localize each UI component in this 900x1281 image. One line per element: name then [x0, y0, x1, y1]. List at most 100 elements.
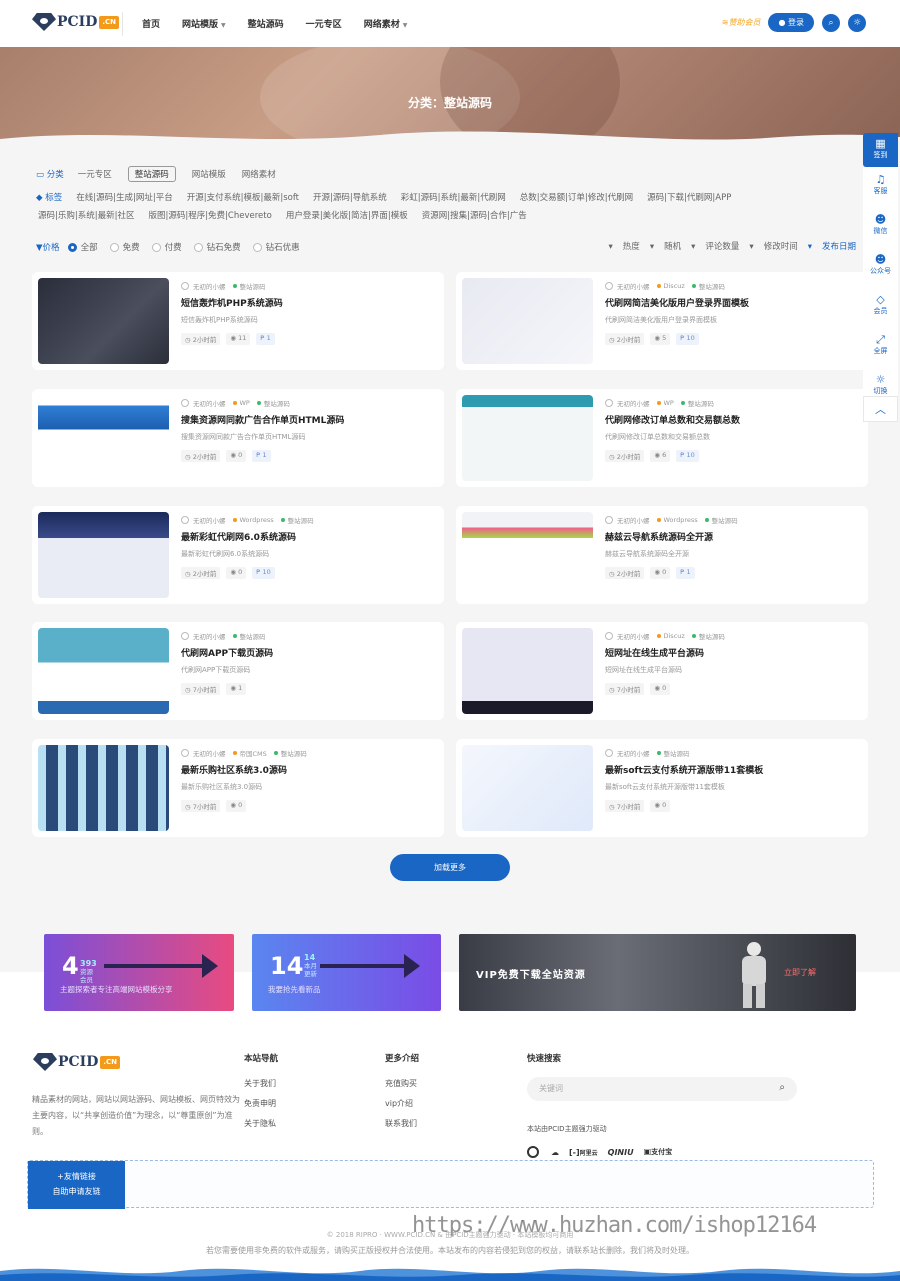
price-radio-free[interactable]: 免费 [109, 241, 140, 253]
card-thumbnail[interactable] [462, 395, 593, 481]
card-platform[interactable]: Wordpress [240, 516, 274, 524]
tag-item[interactable]: 开源|支付系统|模板|最新|soft [187, 191, 299, 203]
footer-link[interactable]: 充值购买 [385, 1078, 417, 1089]
card-title[interactable]: 赫兹云导航系统源码全开源 [605, 530, 713, 543]
card-category[interactable]: 整站源码 [240, 631, 266, 641]
vip-link[interactable]: ≋赞助会员 [722, 17, 761, 28]
card-title[interactable]: 短网址在线生成平台源码 [605, 646, 704, 659]
back-to-top-icon[interactable]: ︿ [863, 396, 898, 422]
side-support[interactable]: ♫ 客服 [863, 167, 898, 207]
card-category[interactable]: 整站源码 [281, 748, 307, 758]
card-platform[interactable]: Wordpress [664, 516, 698, 524]
nav-templates[interactable]: 网站模版 ▼ [182, 17, 226, 30]
card-category[interactable]: 整站源码 [688, 398, 714, 408]
card-platform[interactable]: Discuz [664, 632, 685, 640]
post-card[interactable]: 无初的小螺 Wordpress 整站源码 最新彩虹代刷网6.0系统源码 最新彩虹代刷网6… [32, 506, 444, 604]
card-category[interactable]: 整站源码 [664, 748, 690, 758]
side-wechat[interactable]: ☻ 微信 [863, 207, 898, 247]
card-thumbnail[interactable] [38, 628, 169, 714]
tag-item[interactable]: 用户登录|美化版|简洁|界面|模板 [286, 209, 408, 221]
card-category[interactable]: 整站源码 [264, 398, 290, 408]
card-thumbnail[interactable] [462, 512, 593, 598]
category-item-active[interactable]: 整站源码 [127, 166, 176, 182]
card-thumbnail[interactable] [38, 745, 169, 831]
nav-home[interactable]: 首页 [142, 17, 160, 30]
footer-logo[interactable]: PCID .CN [33, 1053, 121, 1071]
card-platform[interactable]: WP [240, 399, 250, 407]
post-card[interactable]: 无初的小螺 帝国CMS 整站源码 最新乐购社区系统3.0源码 最新乐购社区系统3.0源码… [32, 739, 444, 837]
card-thumbnail[interactable] [38, 512, 169, 598]
post-card[interactable]: 无初的小螺 整站源码 最新soft云支付系统开源版带11套模板 最新soft云支付系统… [456, 739, 868, 837]
card-platform[interactable]: WP [664, 399, 674, 407]
side-fullscreen[interactable]: ⤢ 全屏 [863, 327, 898, 367]
category-item[interactable]: 网络素材 [242, 168, 276, 180]
promo-resources[interactable]: 4 393 资源 会员 主题探索者专注高端网站模板分享 [44, 934, 234, 1011]
card-thumbnail[interactable] [38, 278, 169, 364]
load-more-button[interactable]: 加载更多 [390, 854, 510, 881]
site-logo[interactable]: PCID .CN [32, 13, 120, 31]
footer-search-input[interactable]: 关键词 ⌕ [527, 1077, 797, 1101]
price-radio-diamond-free[interactable]: 钻石免费 [193, 241, 241, 253]
card-title[interactable]: 代刷网简洁美化版用户登录界面模板 [605, 296, 749, 309]
nav-materials[interactable]: 网络素材 ▼ [364, 17, 408, 30]
card-category[interactable]: 整站源码 [240, 281, 266, 291]
footer-link[interactable]: 关于隐私 [244, 1118, 276, 1129]
card-thumbnail[interactable] [462, 628, 593, 714]
post-card[interactable]: 无初的小螺 Discuz 整站源码 短网址在线生成平台源码 短网址在线生成平台源码 ◷ 7… [456, 622, 868, 720]
card-title[interactable]: 最新彩虹代刷网6.0系统源码 [181, 530, 296, 543]
tag-item[interactable]: 在线|源码|生成|网址|平台 [76, 191, 172, 203]
login-button[interactable]: ● 登录 [768, 13, 814, 32]
tag-item[interactable]: 彩虹|源码|系统|最新|代刷网 [401, 191, 506, 203]
tag-item[interactable]: 资源网|搜集|源码|合作|广告 [422, 209, 527, 221]
price-radio-paid[interactable]: 付费 [151, 241, 182, 253]
sort-hot[interactable]: ▾ 热度 [609, 240, 640, 252]
side-member[interactable]: ◇ 会员 [863, 287, 898, 327]
tag-item[interactable]: 源码|下载|代刷网|APP [647, 191, 731, 203]
search-icon[interactable]: ⌕ [822, 13, 840, 32]
sort-modified[interactable]: ▾ 修改时间 [749, 240, 797, 252]
nav-one-yuan[interactable]: 一元专区 [306, 17, 342, 30]
category-item[interactable]: 一元专区 [78, 168, 112, 180]
theme-toggle-icon[interactable]: ☼ [848, 13, 866, 32]
footer-link[interactable]: vip介绍 [385, 1098, 413, 1109]
footer-link[interactable]: 免责申明 [244, 1098, 276, 1109]
post-card[interactable]: 无初的小螺 整站源码 代刷网APP下载页源码 代刷网APP下载页源码 ◷ 7小时前 ◉ 1 [32, 622, 444, 720]
card-category[interactable]: 整站源码 [699, 631, 725, 641]
card-title[interactable]: 最新乐购社区系统3.0源码 [181, 763, 287, 776]
card-category[interactable]: 整站源码 [288, 515, 314, 525]
footer-link[interactable]: 联系我们 [385, 1118, 417, 1129]
tag-item[interactable]: 总数|交易额|订单|修改|代刷网 [520, 191, 633, 203]
card-category[interactable]: 整站源码 [712, 515, 738, 525]
nav-full-source[interactable]: 整站源码 [248, 17, 284, 30]
sort-comments[interactable]: ▾ 评论数量 [691, 240, 739, 252]
card-title[interactable]: 最新soft云支付系统开源版带11套模板 [605, 763, 763, 776]
post-card[interactable]: 无初的小螺 Wordpress 整站源码 赫兹云导航系统源码全开源 赫兹云导航系统源码全… [456, 506, 868, 604]
promo-vip[interactable]: VIP免费下载全站资源 立即了解 [459, 934, 856, 1011]
sort-random[interactable]: ▾ 随机 [650, 240, 681, 252]
card-category[interactable]: 整站源码 [699, 281, 725, 291]
card-title[interactable]: 搜集资源网同款广告合作单页HTML源码 [181, 413, 344, 426]
category-item[interactable]: 网站模版 [192, 168, 226, 180]
tag-item[interactable]: 开源|源码|导航系统 [313, 191, 387, 203]
search-icon[interactable]: ⌕ [779, 1082, 785, 1093]
friend-links-tab[interactable]: +友情链接 自助申请友链 [28, 1161, 125, 1209]
sort-date[interactable]: ▾ 发布日期 [808, 240, 856, 252]
card-thumbnail[interactable] [38, 395, 169, 481]
card-platform[interactable]: Discuz [664, 282, 685, 290]
card-title[interactable]: 代刷网APP下载页源码 [181, 646, 273, 659]
footer-link[interactable]: 关于我们 [244, 1078, 276, 1089]
tag-item[interactable]: 源码|乐购|系统|最新|社区 [38, 209, 134, 221]
post-card[interactable]: 无初的小螺 整站源码 短信轰炸机PHP系统源码 短信轰炸机PHP系统源码 ◷ 2小时前 ◉… [32, 272, 444, 370]
card-title[interactable]: 代刷网修改订单总数和交易额总数 [605, 413, 740, 426]
card-platform[interactable]: 帝国CMS [240, 748, 267, 758]
promo-vip-link[interactable]: 立即了解 [784, 967, 816, 978]
post-card[interactable]: 无初的小螺 Discuz 整站源码 代刷网简洁美化版用户登录界面模板 代刷网简洁美化版用… [456, 272, 868, 370]
tag-item[interactable]: 版图|源码|程序|免费|Chevereto [148, 209, 271, 221]
post-card[interactable]: 无初的小螺 WP 整站源码 搜集资源网同款广告合作单页HTML源码 搜集资源网同款广告合… [32, 389, 444, 487]
price-radio-diamond-discount[interactable]: 钻石优惠 [252, 241, 300, 253]
post-card[interactable]: 无初的小螺 WP 整站源码 代刷网修改订单总数和交易额总数 代刷网修改订单总数和交易额总… [456, 389, 868, 487]
card-thumbnail[interactable] [462, 278, 593, 364]
card-thumbnail[interactable] [462, 745, 593, 831]
card-title[interactable]: 短信轰炸机PHP系统源码 [181, 296, 283, 309]
side-official[interactable]: ☻ 公众号 [863, 247, 898, 287]
